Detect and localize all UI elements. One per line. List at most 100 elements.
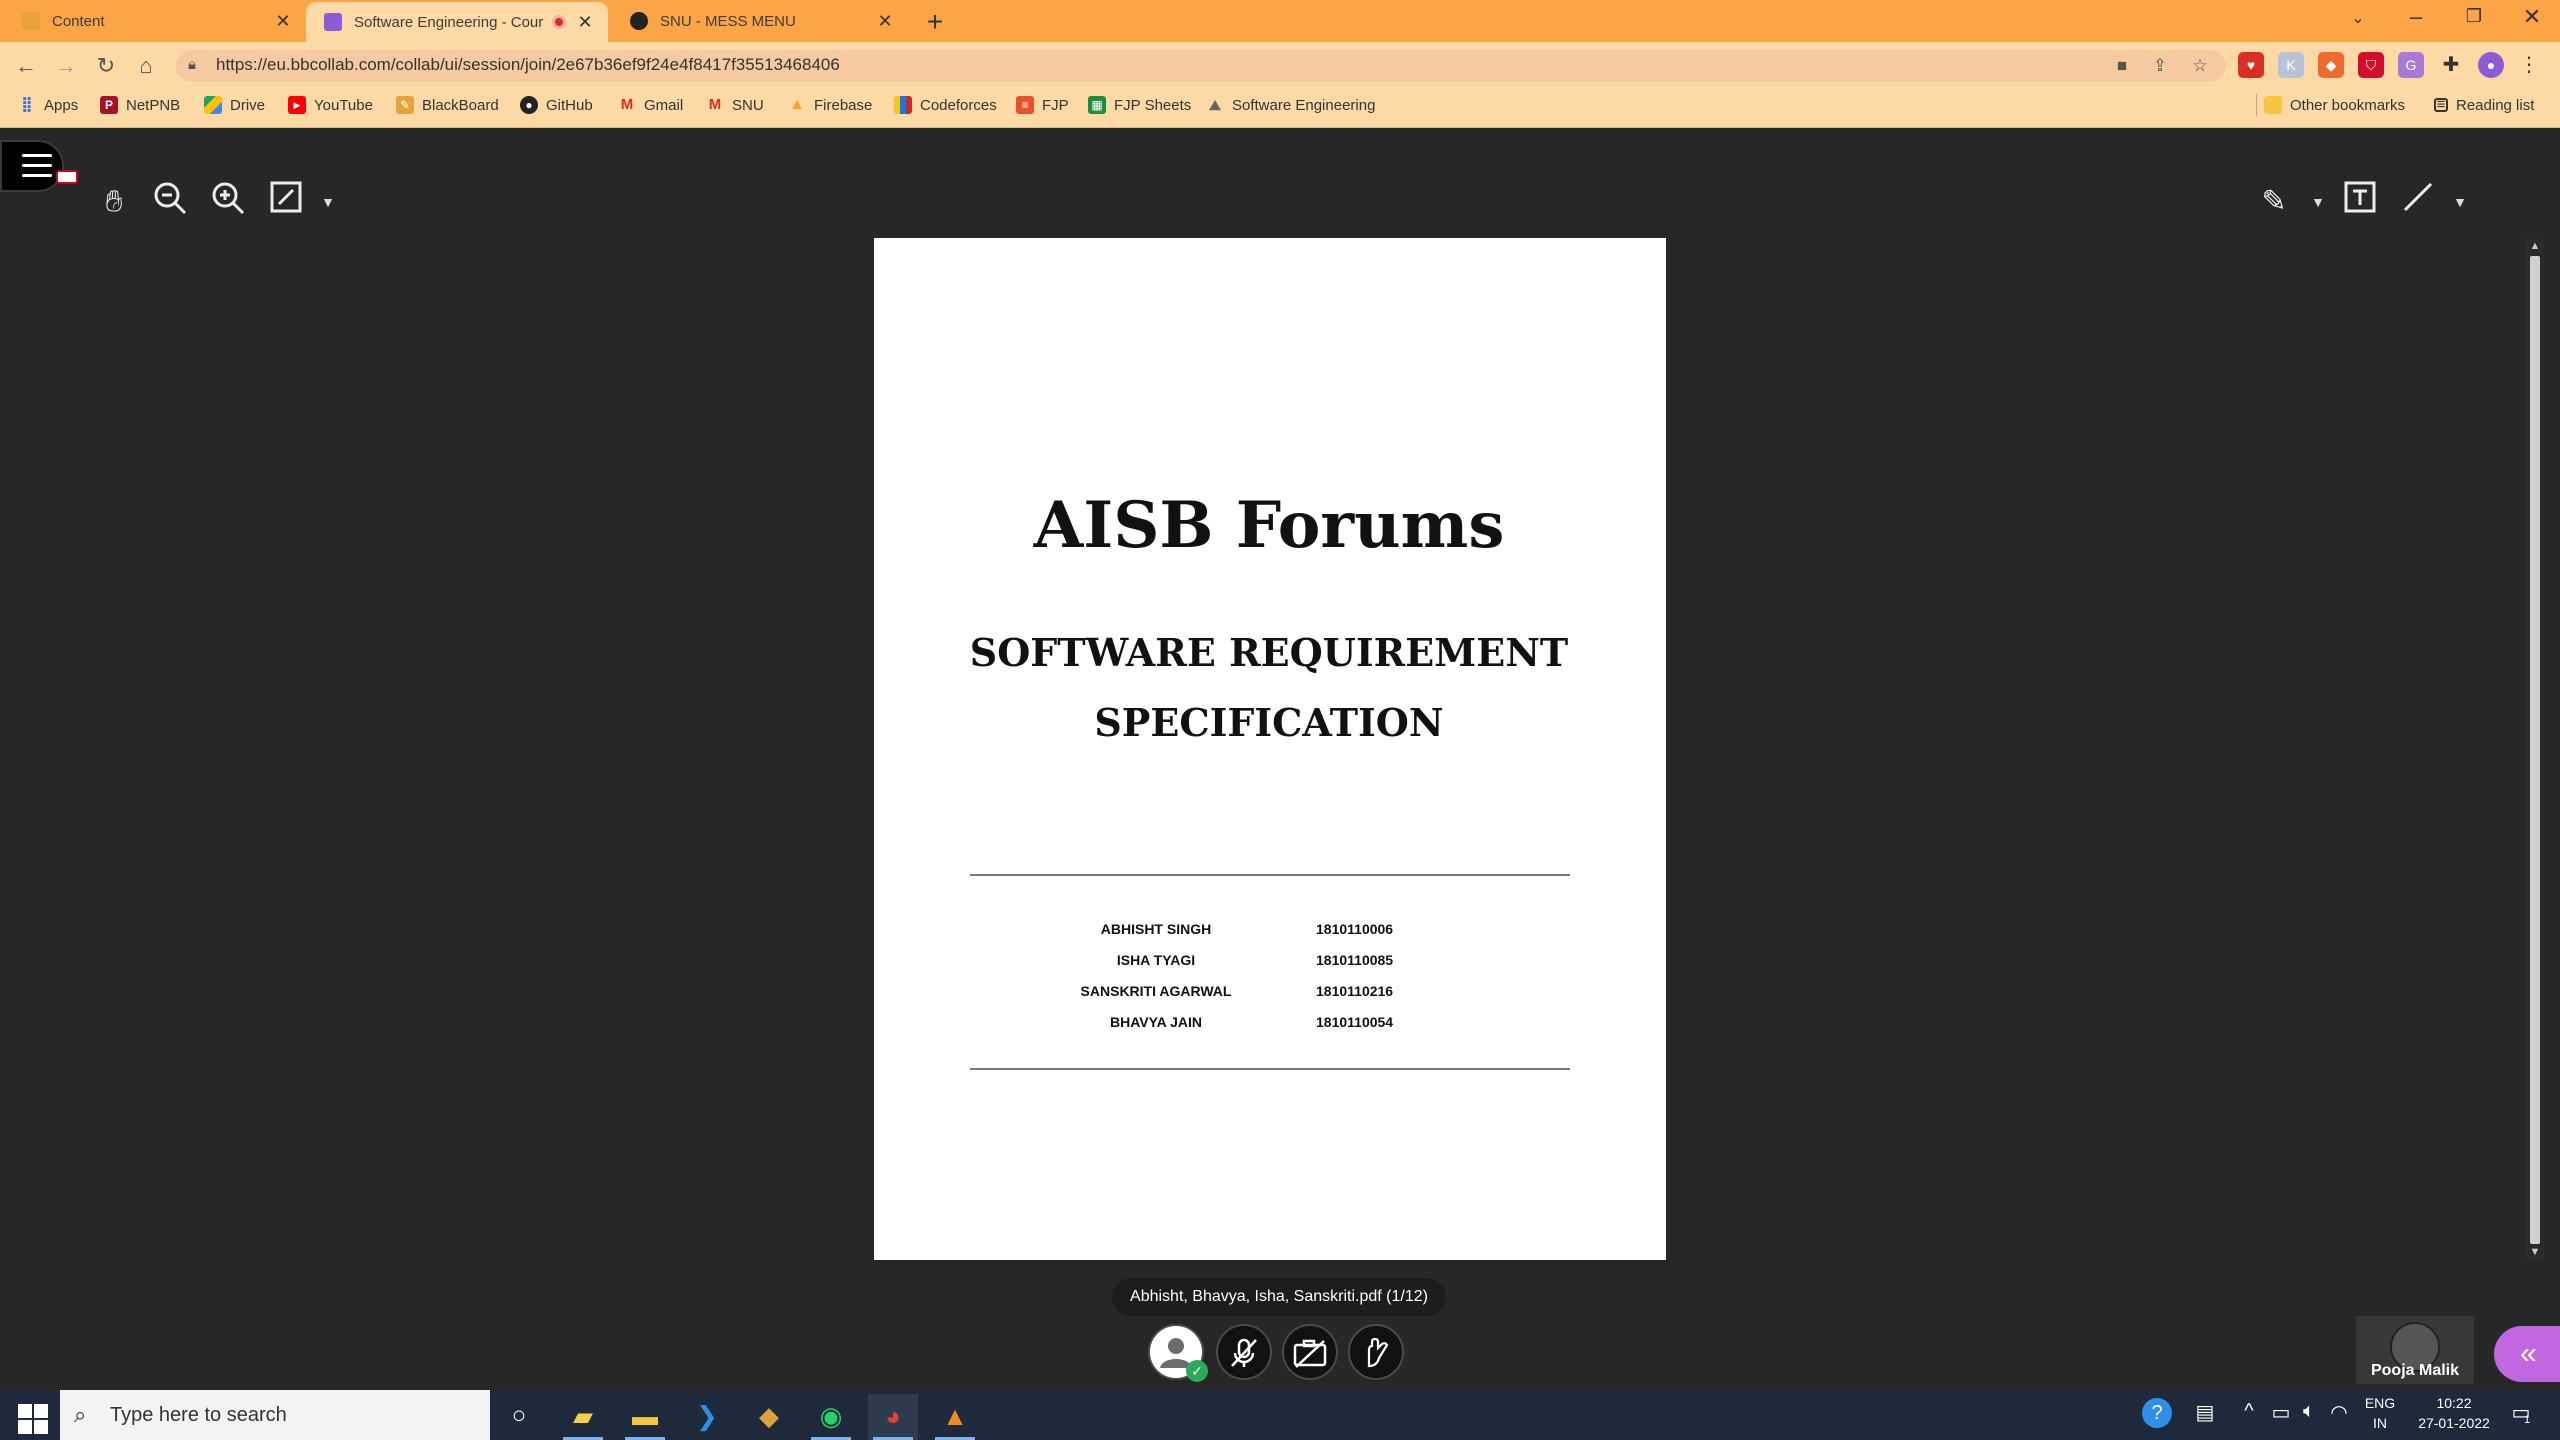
bookmark-software-engineering[interactable]: ⛰ Software Engineering (1206, 92, 1375, 118)
scroll-down-arrow-icon[interactable]: ▼ (2526, 1244, 2544, 1260)
tab-snu-mess-menu[interactable]: SNU - MESS MENU ✕ (608, 0, 908, 42)
text-tool-icon[interactable] (2338, 180, 2382, 224)
tab-search-chevron-icon[interactable]: ⌄ (2338, 8, 2378, 28)
help-icon[interactable]: ? (2142, 1398, 2172, 1428)
shared-document-page[interactable] (874, 238, 1666, 1260)
codeforces-icon (894, 96, 912, 114)
recording-indicator-icon (552, 15, 566, 29)
zoom-out-icon[interactable] (148, 180, 192, 224)
camera-in-use-icon[interactable]: ■ (2108, 52, 2136, 80)
taskbar-search-placeholder[interactable]: Type here to search (110, 1404, 287, 1427)
line-dropdown-caret-icon[interactable]: ▼ (2450, 184, 2470, 220)
drive-icon (204, 96, 222, 114)
other-bookmarks[interactable]: Other bookmarks (2264, 92, 2405, 118)
fit-to-page-icon[interactable] (264, 180, 308, 224)
bookmark-fjp[interactable]: ≡ FJP (1016, 92, 1069, 118)
software-engineering-icon: ⛰ (1209, 97, 1221, 113)
bookmark-blackboard[interactable]: ✎ BlackBoard (396, 92, 499, 118)
home-button[interactable]: ⌂ (130, 50, 162, 82)
browser-menu-kebab-icon[interactable]: ⋮ (2516, 52, 2542, 78)
system-clock[interactable]: 10:22 27-01-2022 (2400, 1393, 2508, 1433)
sheets-icon: ▦ (1088, 96, 1106, 114)
chrome-icon[interactable]: ◕ (868, 1394, 918, 1440)
zoom-in-icon[interactable] (206, 180, 250, 224)
document-subtitle-line2: SPECIFICATION (1094, 700, 1444, 745)
bookmark-gmail[interactable]: M Gmail (618, 92, 683, 118)
clock-time: 10:22 (2436, 1395, 2472, 1411)
tab-software-engineering[interactable]: Software Engineering - Cour ✕ (306, 2, 608, 42)
bookmark-firebase[interactable]: ▲ Firebase (788, 92, 872, 118)
lock-icon[interactable]: 🔒︎ (188, 56, 208, 73)
url-text[interactable]: https://eu.bbcollab.com/collab/ui/sessio… (216, 55, 840, 75)
tab-close-icon[interactable]: ✕ (874, 11, 896, 32)
share-icon[interactable]: ⇪ (2146, 52, 2174, 80)
new-tab-button[interactable]: + (918, 6, 952, 38)
extensions-puzzle-icon[interactable]: ✚ (2438, 52, 2464, 78)
bookmark-apps[interactable]: ⣿ Apps (18, 92, 78, 118)
extension-k-icon[interactable]: K (2278, 52, 2304, 78)
bookmark-label: Firebase (814, 96, 873, 114)
wifi-icon[interactable]: ◠ (2326, 1400, 2352, 1425)
open-collaborate-panel-button[interactable]: « (2494, 1326, 2560, 1382)
minimize-button[interactable]: – (2396, 4, 2436, 30)
top-divider-rule (970, 874, 1570, 876)
notification-center-button[interactable]: ▭ 1 (2506, 1400, 2536, 1426)
bookmark-github[interactable]: ● GitHub (520, 92, 593, 118)
bookmark-label: Apps (44, 96, 79, 114)
gmail-icon: M (620, 96, 634, 113)
close-window-button[interactable]: ✕ (2512, 4, 2552, 30)
apps-grid-icon: ⣿ (21, 96, 33, 113)
forward-button[interactable]: → (50, 50, 82, 82)
windows-logo-icon (18, 1404, 32, 1418)
restore-button[interactable]: ❐ (2454, 6, 2494, 27)
battery-icon[interactable]: ▭ (2268, 1400, 2294, 1425)
input-language[interactable]: ENG IN (2362, 1393, 2398, 1433)
notification-count: 1 (2524, 1414, 2531, 1426)
reload-button[interactable]: ↻ (90, 50, 122, 82)
vscode-icon[interactable]: ❯ (682, 1394, 732, 1440)
git-app-icon[interactable]: ◆ (744, 1394, 794, 1440)
bookmark-drive[interactable]: Drive (204, 92, 265, 118)
tab-label: Software Engineering - Cour (354, 13, 544, 31)
camera-off-button[interactable] (1282, 1324, 1338, 1380)
news-widget-icon[interactable]: ▤ (2188, 1400, 2222, 1425)
extension-orange-icon[interactable]: ◆ (2318, 52, 2344, 78)
cortana-circle-icon[interactable]: ○ (494, 1394, 544, 1440)
whatsapp-icon[interactable]: ◉ (806, 1394, 856, 1440)
volume-icon[interactable]: 🔈︎ (2296, 1400, 2322, 1423)
profile-avatar-icon[interactable]: ● (2478, 52, 2504, 78)
fit-dropdown-caret-icon[interactable]: ▼ (318, 184, 338, 220)
raise-hand-button[interactable] (1348, 1324, 1404, 1380)
bookmark-snu[interactable]: M SNU (706, 92, 764, 118)
clock-date: 27-01-2022 (2418, 1415, 2490, 1431)
extension-pocket-icon[interactable]: ♥ (2238, 52, 2264, 78)
tab-close-icon[interactable]: ✕ (574, 12, 596, 33)
vlc-icon[interactable]: ▲ (930, 1394, 980, 1440)
bookmark-netpnb[interactable]: P NetPNB (100, 92, 180, 118)
pan-hand-icon[interactable]: ✋︎ (92, 180, 136, 224)
bookmark-fjp-sheets[interactable]: ▦ FJP Sheets (1088, 92, 1191, 118)
windows-start-button[interactable] (14, 1400, 48, 1434)
line-tool-icon[interactable] (2396, 180, 2440, 224)
sticky-notes-icon[interactable]: ▰ (558, 1394, 608, 1440)
file-explorer-icon[interactable]: ▬ (620, 1394, 670, 1440)
scrollbar-thumb[interactable] (2530, 256, 2540, 1244)
tab-content[interactable]: Content ✕ (0, 0, 306, 42)
bookmark-star-icon[interactable]: ☆ (2186, 52, 2214, 80)
extension-purple-icon[interactable]: G (2398, 52, 2424, 78)
bookmark-youtube[interactable]: ▶ YouTube (288, 92, 373, 118)
microphone-muted-button[interactable] (1216, 1324, 1272, 1380)
show-hidden-icons-chevron-icon[interactable]: ^ (2238, 1400, 2260, 1423)
scroll-up-arrow-icon[interactable]: ▲ (2526, 238, 2544, 254)
bookmark-codeforces[interactable]: Codeforces (894, 92, 997, 118)
draw-dropdown-caret-icon[interactable]: ▼ (2308, 184, 2328, 220)
bookmark-label: Codeforces (920, 96, 997, 114)
reading-list[interactable]: ≡ Reading list (2434, 92, 2534, 118)
participant-name: Pooja Malik (2370, 1362, 2460, 1379)
firebase-icon: ▲ (789, 96, 805, 113)
pencil-draw-icon[interactable]: ✎ (2252, 180, 2296, 224)
extension-shield-icon[interactable]: ⛉ (2358, 52, 2384, 78)
document-subtitle-line1: SOFTWARE REQUIREMENT (969, 630, 1569, 675)
back-button[interactable]: ← (10, 50, 42, 82)
tab-close-icon[interactable]: ✕ (272, 11, 294, 32)
